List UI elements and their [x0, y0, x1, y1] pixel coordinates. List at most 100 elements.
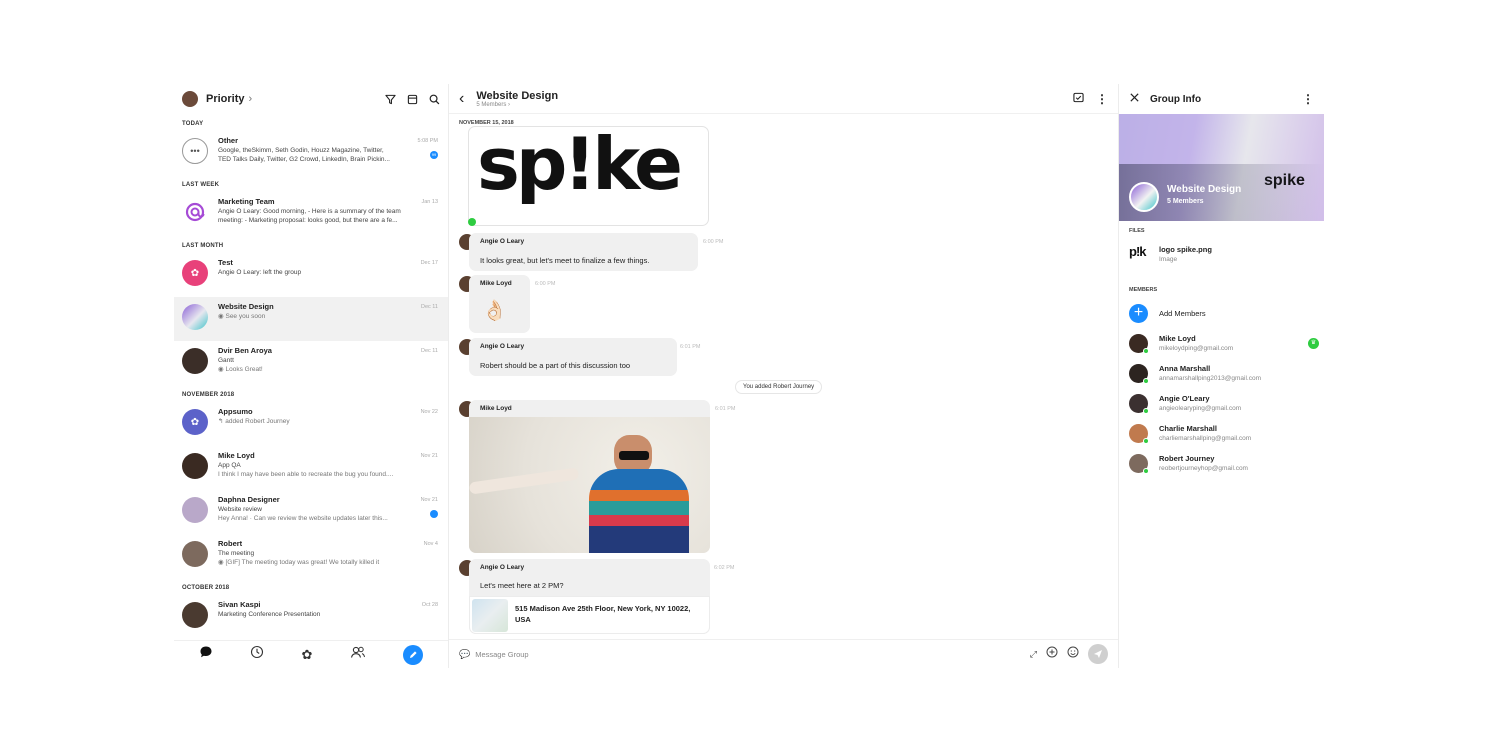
online-indicator [1143, 468, 1149, 474]
conversation-name: Sivan Kaspi [218, 600, 261, 609]
add-members-button[interactable]: + Add Members [1129, 304, 1319, 323]
app-window: Priority › TODAY ••• Other Google, theSk… [174, 84, 1324, 668]
conversation-item-test[interactable]: ✿ Test Angie O Leary: left the group Dec… [174, 253, 448, 297]
avatar [1129, 364, 1149, 384]
conversation-name: Other [218, 136, 239, 145]
filter-icon[interactable] [385, 94, 396, 105]
conversation-preview: TED Talks Daily, Twitter, G2 Crowd, Link… [218, 156, 390, 163]
conversation-date: Dec 11 [420, 304, 438, 310]
chat-bubble-icon: 💬 [459, 648, 471, 659]
close-icon[interactable] [1129, 90, 1140, 108]
conversation-preview: added Robert Journey [225, 418, 290, 425]
conversation-name: Mike Loyd [218, 451, 255, 460]
banner-group-name: Website Design [1167, 184, 1242, 195]
member-item[interactable]: Anna Marshall annamarshallping2013@gmail… [1129, 364, 1319, 384]
member-item[interactable]: Robert Journey reobertjourneyhop@gmail.c… [1129, 454, 1319, 474]
expand-icon[interactable]: ⤢ [1030, 649, 1037, 660]
conversation-preview: See you soon [225, 313, 266, 320]
more-vertical-icon[interactable]: ⋮ [1302, 92, 1314, 106]
task-icon[interactable] [1073, 90, 1084, 108]
message-list: NOVEMBER 15, 2018 sp!ke Angie O Leary It… [449, 114, 1118, 639]
conversation-item-other[interactable]: ••• Other Google, theSkimm, Seth Godin, … [174, 131, 448, 175]
location-address: 515 Madison Ave 25th Floor, New York, NY… [515, 604, 691, 624]
add-members-label: Add Members [1159, 308, 1206, 318]
conversation-date: Nov 22 [420, 409, 438, 415]
member-item[interactable]: Mike Loyd mikeloydping@gmail.com ♛ [1129, 334, 1319, 354]
message-time: 6:01 PM [680, 344, 701, 350]
image-message[interactable]: sp!ke [468, 126, 709, 226]
member-item[interactable]: Angie O'Leary angieolearyping@gmail.com [1129, 394, 1319, 414]
chat-title[interactable]: Website Design [476, 90, 558, 102]
unread-badge: 99 [430, 151, 438, 159]
inbox-icon[interactable] [407, 94, 418, 105]
conversation-item-dvir-ben-aroya[interactable]: Dvir Ben Aroya Gantt ◉ Looks Great! Dec … [174, 341, 448, 385]
conversation-preview: Angie O Leary: left the group [218, 269, 302, 276]
online-indicator [1143, 438, 1149, 444]
message-sender: Angie O Leary [480, 238, 525, 245]
members-label: MEMBERS [1129, 287, 1158, 293]
conversation-item-sivan-kaspi[interactable]: Sivan Kaspi Marketing Conference Present… [174, 595, 448, 639]
add-circle-icon[interactable] [1046, 645, 1058, 663]
conversation-item-robert[interactable]: Robert The meeting ◉ [GIF] The meeting t… [174, 534, 448, 578]
message-text: It looks great, but let's meet to finali… [480, 256, 650, 265]
more-vertical-icon[interactable]: ⋮ [1096, 92, 1108, 106]
conversation-preview: Angie O Leary: Good morning, - Here is a… [218, 208, 401, 215]
conversation-date: Nov 21 [420, 497, 438, 503]
group-banner[interactable]: spike Website Design 5 Members [1119, 114, 1324, 221]
conversation-item-appsumo[interactable]: ✿ Appsumo ↰ added Robert Journey Nov 22 [174, 402, 448, 446]
flower-icon: ✿ [182, 409, 208, 435]
section-label: NOVEMBER 2018 [182, 392, 235, 398]
search-icon[interactable] [429, 94, 440, 105]
member-item[interactable]: Charlie Marshall charliemarshallping@gma… [1129, 424, 1319, 444]
flower-icon[interactable]: ✿ [302, 647, 313, 663]
conversation-name: Appsumo [218, 407, 253, 416]
avatar [1129, 394, 1149, 414]
conversation-date: Nov 4 [423, 541, 438, 547]
conversation-preview: Gantt [218, 357, 234, 364]
message-sender: Mike Loyd [480, 405, 512, 412]
conversation-date: Dec 11 [420, 348, 438, 354]
flower-icon: ✿ [182, 260, 208, 286]
conversation-name: Robert [218, 539, 243, 548]
message-input[interactable]: Message Group [475, 650, 528, 659]
group-info-header: Group Info ⋮ [1119, 84, 1324, 114]
member-email: annamarshallping2013@gmail.com [1159, 375, 1261, 382]
chevron-right-icon[interactable]: › [249, 93, 253, 105]
conversation-preview: I think I may have been able to recreate… [218, 471, 394, 478]
compose-button[interactable] [403, 644, 424, 665]
chat-icon[interactable] [199, 645, 213, 664]
spike-logo-image: sp!ke [477, 126, 683, 206]
group-avatar [182, 304, 208, 330]
section-label: OCTOBER 2018 [182, 585, 230, 591]
map-thumbnail [472, 599, 508, 632]
conversation-preview: Marketing Conference Presentation [218, 611, 321, 618]
send-button[interactable] [1088, 644, 1108, 664]
banner-member-count: 5 Members [1167, 198, 1204, 205]
location-card[interactable]: 515 Madison Ave 25th Floor, New York, NY… [469, 596, 710, 634]
check-icon [468, 218, 476, 226]
clock-icon[interactable] [250, 645, 264, 664]
image-message[interactable] [469, 400, 710, 553]
conversation-item-marketing-team[interactable]: Marketing Team Angie O Leary: Good morni… [174, 192, 448, 236]
conversation-preview: The meeting [218, 550, 255, 557]
priority-title[interactable]: Priority [206, 93, 245, 105]
conversation-item-mike-loyd[interactable]: Mike Loyd App QA I think I may have been… [174, 446, 448, 490]
conversation-name: Daphna Designer [218, 495, 280, 504]
conversation-item-daphna-designer[interactable]: Daphna Designer Website review Hey Anna!… [174, 490, 448, 534]
crown-icon: ♛ [1308, 338, 1319, 349]
user-avatar[interactable] [182, 91, 198, 107]
message-sender: Mike Loyd [480, 280, 512, 287]
more-icon: ••• [182, 138, 208, 164]
conversation-date: Oct 28 [421, 602, 438, 608]
left-header: Priority › [174, 84, 448, 114]
message-time: 6:00 PM [703, 239, 724, 245]
back-icon[interactable]: ‹ [459, 90, 464, 106]
conversation-panel: Priority › TODAY ••• Other Google, theSk… [174, 84, 449, 668]
bottom-nav: ✿ [174, 640, 448, 668]
contacts-icon[interactable] [350, 645, 366, 664]
conversation-item-website-design[interactable]: Website Design ◉ See you soon Dec 11 [174, 297, 448, 341]
message-sender: Angie O Leary [480, 343, 525, 350]
avatar [182, 453, 208, 479]
file-item[interactable]: p!k logo spike.png Image [1129, 244, 1319, 265]
emoji-icon[interactable] [1067, 645, 1079, 663]
